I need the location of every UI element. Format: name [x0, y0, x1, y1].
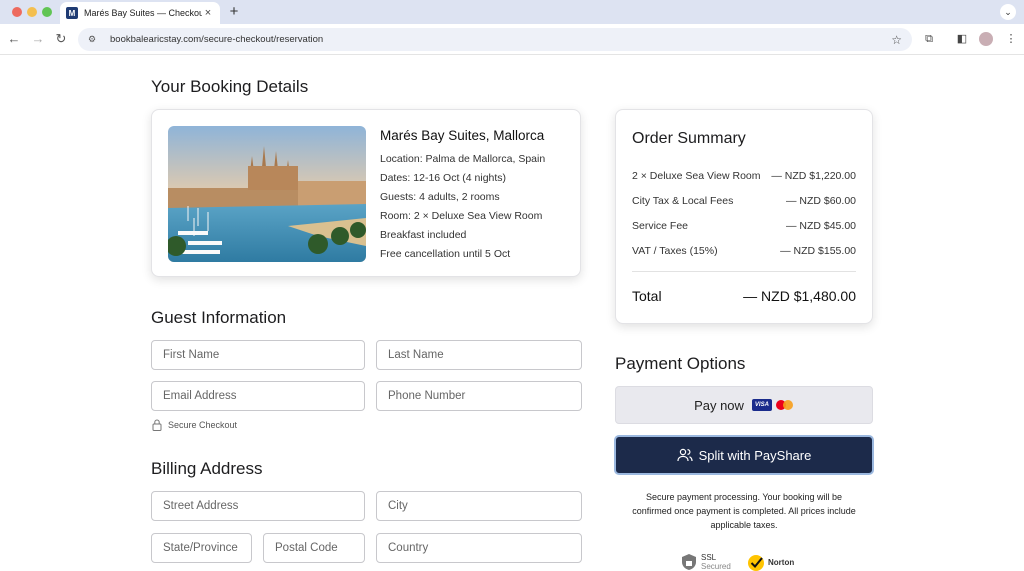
hotel-photo — [168, 126, 366, 262]
payment-heading: Payment Options — [615, 354, 746, 373]
street-address-field[interactable]: Street Address — [151, 491, 365, 521]
order-row: VAT / Taxes (15%) — NZD $155.00 — [632, 245, 856, 257]
order-row-amount: — NZD $155.00 — [780, 245, 856, 257]
billing-heading: Billing Address — [151, 459, 263, 478]
bookmark-star-icon[interactable]: ☆ — [891, 33, 902, 47]
order-row-label: 2 × Deluxe Sea View Room — [632, 170, 761, 182]
order-row-label: City Tax & Local Fees — [632, 195, 734, 207]
menu-kebab-icon[interactable]: ⋮ — [1004, 32, 1018, 46]
pay-now-button[interactable]: Pay now VISA — [615, 386, 873, 424]
order-row-amount: — NZD $60.00 — [785, 195, 856, 207]
booking-card: Marés Bay Suites, Mallorca Location: Pal… — [151, 109, 581, 277]
tab-title: Marés Bay Suites — Checkout — [84, 8, 202, 18]
hotel-dates: Dates: 12-16 Oct (4 nights) — [380, 172, 507, 184]
extensions-puzzle-icon[interactable]: ⧉ — [922, 32, 936, 46]
country-field[interactable]: Country — [376, 533, 582, 563]
order-summary-card: Order Summary 2 × Deluxe Sea View Room —… — [615, 109, 873, 324]
favicon-icon: M — [66, 7, 78, 19]
people-icon — [677, 448, 693, 462]
close-window-button[interactable] — [12, 7, 22, 17]
order-row: Service Fee — NZD $45.00 — [632, 220, 856, 232]
maximize-window-button[interactable] — [42, 7, 52, 17]
order-row: 2 × Deluxe Sea View Room — NZD $1,220.00 — [632, 170, 856, 182]
ssl-secured-badge: SSL Secured — [681, 553, 731, 571]
ssl-label: SSL — [701, 553, 717, 562]
order-row-label: Service Fee — [632, 220, 689, 232]
site-settings-icon[interactable]: ⚙ — [88, 34, 100, 45]
norton-badge: Norton — [746, 553, 794, 571]
norton-check-icon — [748, 555, 764, 571]
norton-label: Norton — [768, 557, 795, 567]
address-bar[interactable]: ⚙ bookbalearicstay.com/secure-checkout/r… — [78, 28, 912, 51]
forward-arrow-icon[interactable]: → — [30, 31, 46, 47]
ssl-sub-label: Secured — [701, 562, 731, 571]
pay-now-label: Pay now — [694, 397, 744, 413]
guest-heading: Guest Information — [151, 308, 287, 327]
last-name-field[interactable]: Last Name — [376, 340, 582, 370]
secure-checkout-note: Secure Checkout — [152, 419, 237, 431]
secure-checkout-label: Secure Checkout — [168, 420, 238, 430]
order-row: City Tax & Local Fees — NZD $60.00 — [632, 195, 856, 207]
visa-icon: VISA — [751, 399, 772, 411]
hotel-room: Room: 2 × Deluxe Sea View Room — [380, 210, 543, 222]
phone-field[interactable]: Phone Number — [376, 381, 582, 411]
back-arrow-icon[interactable]: ← — [6, 31, 22, 47]
order-total-label: Total — [632, 288, 662, 304]
new-tab-button[interactable]: + — [226, 3, 242, 21]
shield-lock-icon — [682, 554, 696, 570]
state-field[interactable]: State/Province — [151, 533, 252, 563]
order-row-amount: — NZD $45.00 — [785, 220, 856, 232]
first-name-field[interactable]: First Name — [151, 340, 365, 370]
hotel-guests: Guests: 4 adults, 2 rooms — [380, 191, 500, 203]
order-row-amount: — NZD $1,220.00 — [771, 170, 856, 182]
payment-note: Secure payment processing. Your booking … — [632, 492, 856, 530]
order-divider — [632, 271, 856, 272]
hotel-breakfast: Breakfast included — [380, 229, 467, 241]
booking-heading: Your Booking Details — [151, 77, 309, 96]
side-panel-icon[interactable]: ◧ — [955, 32, 969, 46]
reload-icon[interactable]: ↻ — [53, 31, 69, 47]
hotel-location: Location: Palma de Mallorca, Spain — [380, 153, 546, 165]
hotel-name: Marés Bay Suites, Mallorca — [380, 128, 545, 143]
order-row-label: VAT / Taxes (15%) — [632, 245, 718, 257]
city-field[interactable]: City — [376, 491, 582, 521]
order-total-amount: — NZD $1,480.00 — [743, 288, 856, 304]
minimize-window-button[interactable] — [27, 7, 37, 17]
profile-avatar[interactable] — [979, 32, 993, 46]
browser-tab[interactable]: M Marés Bay Suites — Checkout × — [60, 2, 220, 24]
split-with-payshare-button[interactable]: Split with PayShare — [614, 435, 874, 475]
browser-toolbar: ← → ↻ ⚙ bookbalearicstay.com/secure-chec… — [0, 24, 1024, 55]
split-label: Split with PayShare — [698, 447, 812, 463]
hotel-cancellation: Free cancellation until 5 Oct — [380, 248, 511, 260]
email-field[interactable]: Email Address — [151, 381, 365, 411]
url-text: bookbalearicstay.com/secure-checkout/res… — [110, 34, 324, 45]
postal-code-field[interactable]: Postal Code — [263, 533, 365, 563]
order-total: Total — NZD $1,480.00 — [632, 288, 856, 304]
browser-tab-bar: M Marés Bay Suites — Checkout × + ⌄ — [0, 0, 1024, 24]
tab-search-chevron-icon[interactable]: ⌄ — [1000, 4, 1016, 20]
lock-icon — [152, 419, 162, 431]
close-tab-icon[interactable]: × — [202, 7, 214, 19]
mastercard-icon — [775, 399, 794, 411]
order-summary-title: Order Summary — [632, 130, 746, 147]
